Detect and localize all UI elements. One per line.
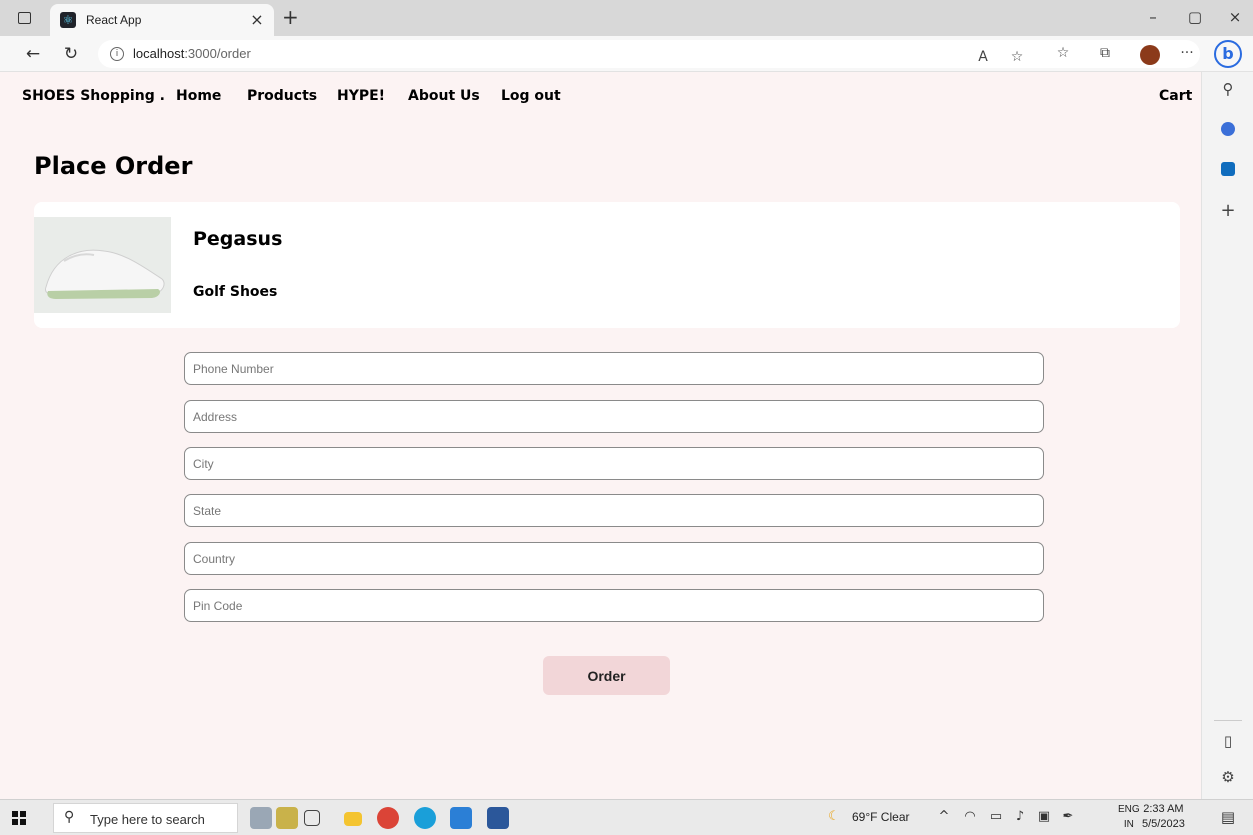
taskbar-search-box[interactable]: ⚲ Type here to search <box>53 803 238 833</box>
order-button[interactable]: Order <box>543 656 670 695</box>
volume-icon[interactable]: ♪ <box>1012 809 1028 824</box>
minimize-icon[interactable]: – <box>1138 8 1168 26</box>
product-category: Golf Shoes <box>193 284 278 300</box>
nav-link-log-out[interactable]: Log out <box>501 88 561 104</box>
collections-icon[interactable]: ⧉ <box>1094 45 1116 61</box>
url-text[interactable]: localhost:3000/order <box>133 46 251 61</box>
weather-moon-icon: ☾ <box>828 809 840 824</box>
add-sidebar-icon[interactable]: + <box>1202 200 1253 221</box>
browser-toolbar: ← ↻ i localhost:3000/order A ☆ ☆ ⧉ ··· b <box>0 36 1253 72</box>
shopping-icon[interactable] <box>1202 122 1253 140</box>
system-clock[interactable]: 2:33 AM 5/5/2023 <box>1142 802 1185 832</box>
page-viewport: SHOES Shopping . Home Products HYPE! Abo… <box>0 72 1201 799</box>
taskbar-search-placeholder: Type here to search <box>90 812 205 827</box>
battery-icon[interactable]: ▭ <box>988 809 1004 824</box>
chrome-icon[interactable] <box>377 807 399 829</box>
tab-actions-icon[interactable] <box>18 12 31 24</box>
meet-now-icon[interactable]: ▣ <box>1036 809 1052 824</box>
pen-workspace-icon[interactable]: ✒ <box>1060 809 1076 824</box>
search-icon: ⚲ <box>64 809 75 825</box>
word-icon[interactable] <box>487 807 509 829</box>
city-input[interactable] <box>184 447 1044 480</box>
bing-icon[interactable]: b <box>1214 40 1242 68</box>
show-hidden-icons-icon[interactable]: ^ <box>936 809 952 824</box>
refresh-icon[interactable]: ↻ <box>60 44 82 64</box>
browser-tab-strip: ⚛ React App × + – ▢ × <box>0 0 1253 36</box>
add-favorite-icon[interactable]: ☆ <box>1006 49 1028 65</box>
react-favicon-icon: ⚛ <box>60 12 76 28</box>
weather-text[interactable]: 69°F Clear <box>852 810 910 824</box>
edge-sidebar: ⚲ + ▯ ⚙ <box>1201 72 1253 799</box>
nav-link-about-us[interactable]: About Us <box>408 88 480 104</box>
favorites-icon[interactable]: ☆ <box>1052 45 1074 61</box>
task-view-icon[interactable] <box>304 810 320 826</box>
pin-code-input[interactable] <box>184 589 1044 622</box>
file-explorer-icon[interactable] <box>344 812 362 826</box>
site-navbar: SHOES Shopping . Home Products HYPE! Abo… <box>0 72 1201 120</box>
more-icon[interactable]: ··· <box>1176 45 1198 61</box>
browser-tab[interactable]: ⚛ React App × <box>50 4 274 36</box>
product-name: Pegasus <box>193 228 283 250</box>
tab-close-icon[interactable]: × <box>248 10 266 29</box>
brand-logo[interactable]: SHOES Shopping . <box>22 88 165 104</box>
sidebar-panel-icon[interactable]: ▯ <box>1202 732 1253 750</box>
back-arrow-icon[interactable]: ← <box>22 44 44 64</box>
sidebar-divider <box>1214 720 1242 721</box>
tab-title: React App <box>86 13 142 27</box>
notifications-icon[interactable]: ▤ <box>1220 808 1236 826</box>
windows-start-icon[interactable] <box>12 811 26 825</box>
new-tab-icon[interactable]: + <box>282 5 299 29</box>
nav-link-hype[interactable]: HYPE! <box>337 88 385 104</box>
restore-icon[interactable]: ▢ <box>1180 8 1210 26</box>
profile-avatar[interactable] <box>1140 45 1160 65</box>
window-close-icon[interactable]: × <box>1220 8 1250 26</box>
page-title: Place Order <box>34 152 193 180</box>
news-widget-icon[interactable] <box>250 807 272 829</box>
edge-icon[interactable] <box>414 807 436 829</box>
wifi-icon[interactable]: ◠ <box>962 809 978 824</box>
read-aloud-icon[interactable]: A <box>972 49 994 65</box>
vscode-icon[interactable] <box>450 807 472 829</box>
product-card: Pegasus Golf Shoes <box>34 202 1180 328</box>
input-language[interactable]: ENG IN <box>1118 802 1140 832</box>
windows-taskbar: ⚲ Type here to search ☾ 69°F Clear ^ ◠ ▭… <box>0 799 1253 835</box>
outlook-icon[interactable] <box>1202 162 1253 180</box>
country-input[interactable] <box>184 542 1044 575</box>
phone-number-input[interactable] <box>184 352 1044 385</box>
nav-link-products[interactable]: Products <box>247 88 317 104</box>
settings-icon[interactable]: ⚙ <box>1202 768 1253 786</box>
pen-app-icon[interactable] <box>276 807 298 829</box>
address-bar[interactable]: i localhost:3000/order A ☆ <box>98 40 1200 68</box>
product-image <box>34 217 171 313</box>
search-icon[interactable]: ⚲ <box>1202 80 1253 98</box>
state-input[interactable] <box>184 494 1044 527</box>
address-input[interactable] <box>184 400 1044 433</box>
nav-link-cart[interactable]: Cart <box>1159 88 1192 104</box>
info-icon[interactable]: i <box>110 47 124 61</box>
nav-link-home[interactable]: Home <box>176 88 221 104</box>
